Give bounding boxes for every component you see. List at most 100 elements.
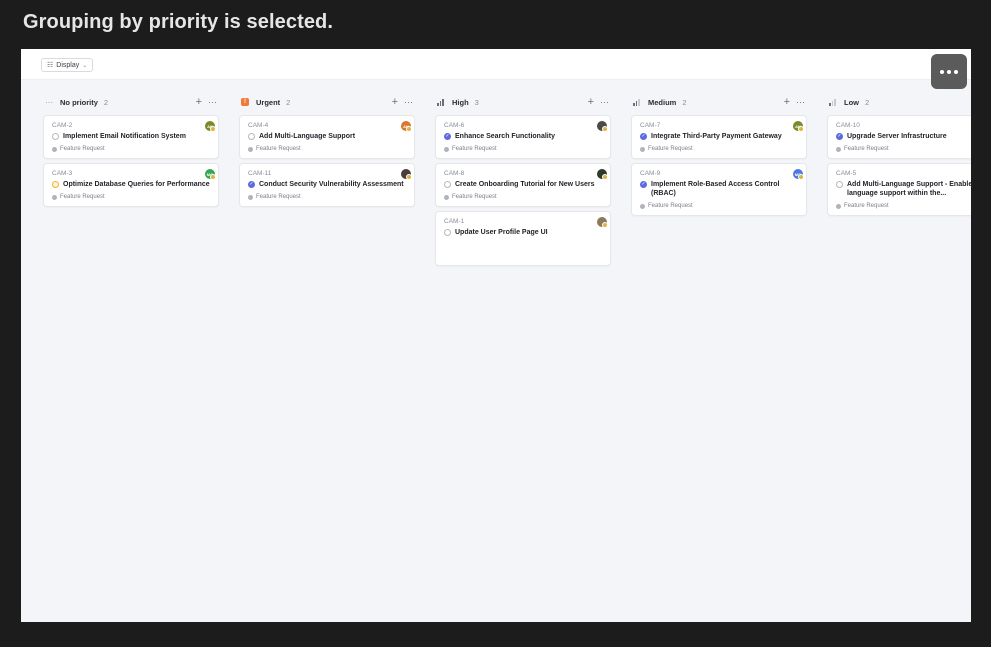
- add-issue-button[interactable]: +: [588, 97, 594, 108]
- add-issue-button[interactable]: +: [196, 97, 202, 108]
- issue-title-row: ✓ Enhance Search Functionality: [444, 132, 602, 141]
- no-priority-icon: ···: [45, 97, 53, 107]
- status-icon[interactable]: [52, 132, 59, 140]
- card-list: CAM-6 ✓ Enhance Search Functionality Featur…: [435, 115, 611, 266]
- column-actions: + ···: [196, 97, 217, 108]
- issue-label: Feature Request: [836, 203, 971, 209]
- assignee-avatar[interactable]: MO: [793, 169, 804, 180]
- column-header: ! Urgent 2 + ···: [239, 95, 415, 109]
- issue-card[interactable]: CAM-10 ✓ Upgrade Server Infrastructure Feat…: [827, 115, 971, 159]
- assignee-avatar[interactable]: [597, 121, 608, 132]
- assignee-avatar[interactable]: [597, 169, 608, 180]
- issue-id: CAM-6: [444, 122, 465, 129]
- label-text: Feature Request: [648, 146, 693, 152]
- more-options-button[interactable]: [931, 54, 967, 89]
- issue-id: CAM-7: [640, 122, 661, 129]
- label-text: Feature Request: [60, 194, 105, 200]
- board-window: ☷ Display ⌄ ··· No priority 2 + ··· CAM-2 Impl…: [21, 49, 971, 622]
- issue-title: Update User Profile Page UI: [455, 229, 548, 236]
- issue-title: Implement Role-Based Access Control (RBA…: [651, 181, 780, 197]
- board-column: ! Urgent 2 + ··· CAM-4 Add Multi-Language Supp…: [239, 95, 415, 207]
- issue-title-row: Add Multi-Language Support - Enable mult…: [836, 180, 971, 198]
- label-text: Feature Request: [256, 146, 301, 152]
- issue-title-row: ✓ Upgrade Server Infrastructure: [836, 132, 971, 141]
- assignee-avatar[interactable]: AK: [793, 121, 804, 132]
- column-more-button[interactable]: ···: [208, 97, 217, 107]
- issue-card[interactable]: CAM-7 ✓ Integrate Third-Party Payment Gate…: [631, 115, 807, 159]
- low-priority-icon: [829, 98, 839, 106]
- column-title: Medium: [648, 97, 677, 107]
- column-more-button[interactable]: ···: [404, 97, 413, 107]
- assignee-avatar[interactable]: [401, 169, 412, 180]
- issue-title-row: Create Onboarding Tutorial for New Users: [444, 180, 602, 189]
- assignee-avatar[interactable]: MO: [205, 169, 216, 180]
- issue-label: Feature Request: [640, 146, 798, 152]
- label-dot-icon: [248, 194, 253, 200]
- add-issue-button[interactable]: +: [784, 97, 790, 108]
- status-icon[interactable]: ✓: [640, 180, 647, 188]
- column-more-button[interactable]: ···: [796, 97, 805, 107]
- status-icon[interactable]: ✓: [444, 132, 451, 140]
- issue-card[interactable]: CAM-5 Add Multi-Language Support - Enable…: [827, 163, 971, 216]
- board-column: Medium 2 + ··· CAM-7 ✓ Integrate Third-Party P…: [631, 95, 807, 216]
- column-header: Low 2: [827, 95, 971, 109]
- issue-title-row: ✓ Conduct Security Vulnerability Assessme…: [248, 180, 406, 189]
- issue-title: Optimize Database Queries for Performanc…: [63, 181, 210, 188]
- issue-card[interactable]: CAM-1 Update User Profile Page UI: [435, 211, 611, 266]
- priority-bars: [829, 98, 836, 106]
- issue-label: Feature Request: [248, 146, 406, 152]
- issue-card[interactable]: CAM-9 ✓ Implement Role-Based Access Contro…: [631, 163, 807, 216]
- label-text: Feature Request: [256, 194, 301, 200]
- column-title: Urgent: [256, 97, 281, 107]
- add-issue-button[interactable]: +: [392, 97, 398, 108]
- status-icon[interactable]: [52, 180, 59, 188]
- display-button[interactable]: ☷ Display ⌄: [41, 58, 94, 72]
- more-dot: [947, 69, 951, 74]
- issue-card[interactable]: CAM-8 Create Onboarding Tutorial for New …: [435, 163, 611, 207]
- issue-title: Add Multi-Language Support: [259, 133, 356, 140]
- status-icon[interactable]: ✓: [248, 180, 255, 188]
- card-list: CAM-4 Add Multi-Language Support Feature R…: [239, 115, 415, 207]
- status-icon[interactable]: [836, 180, 843, 188]
- issue-label: Feature Request: [640, 203, 798, 209]
- board-column: ··· No priority 2 + ··· CAM-2 Implement Email …: [43, 95, 219, 207]
- column-title: Low: [844, 97, 859, 107]
- high-priority-icon: [437, 98, 447, 106]
- board-column: Low 2 CAM-10 ✓ Upgrade Server Infrastructure…: [827, 95, 971, 216]
- issue-title-row: Update User Profile Page UI: [444, 228, 602, 237]
- issue-card[interactable]: CAM-2 Implement Email Notification System…: [43, 115, 219, 159]
- column-count: 3: [474, 97, 479, 107]
- label-text: Feature Request: [844, 203, 889, 209]
- status-icon[interactable]: [444, 228, 451, 236]
- urgent-badge: !: [241, 98, 249, 106]
- column-header: Medium 2 + ···: [631, 95, 807, 109]
- status-icon[interactable]: [444, 180, 451, 188]
- issue-title-row: ✓ Implement Role-Based Access Control (RB…: [640, 180, 798, 198]
- assignee-avatar[interactable]: [597, 217, 608, 228]
- status-icon[interactable]: ✓: [836, 132, 843, 140]
- label-dot-icon: [640, 146, 645, 152]
- assignee-avatar[interactable]: AK: [205, 121, 216, 132]
- caption: Grouping by priority is selected.: [23, 11, 334, 33]
- label-text: Feature Request: [844, 146, 889, 152]
- label-dot-icon: [52, 194, 57, 200]
- issue-card[interactable]: CAM-6 ✓ Enhance Search Functionality Featur…: [435, 115, 611, 159]
- chevron-down-icon: ⌄: [82, 62, 88, 69]
- more-dot: [954, 69, 958, 74]
- issue-title-row: Add Multi-Language Support: [248, 132, 406, 141]
- issue-title: Upgrade Server Infrastructure: [847, 133, 947, 140]
- column-more-button[interactable]: ···: [600, 97, 609, 107]
- assignee-avatar[interactable]: AK: [401, 121, 412, 132]
- status-icon[interactable]: ✓: [640, 132, 647, 140]
- toolbar: ☷ Display ⌄: [21, 49, 971, 80]
- issue-card[interactable]: CAM-3 Optimize Database Queries for Perfo…: [43, 163, 219, 207]
- issue-title: Create Onboarding Tutorial for New Users: [455, 181, 595, 188]
- issue-card[interactable]: CAM-11 ✓ Conduct Security Vulnerability As…: [239, 163, 415, 207]
- issue-label: Feature Request: [836, 146, 971, 152]
- issue-card[interactable]: CAM-4 Add Multi-Language Support Feature R…: [239, 115, 415, 159]
- status-icon[interactable]: [248, 132, 255, 140]
- issue-id: CAM-3: [52, 170, 73, 177]
- label-dot-icon: [836, 146, 841, 152]
- column-count: 2: [103, 97, 109, 107]
- issue-id: CAM-9: [640, 170, 661, 177]
